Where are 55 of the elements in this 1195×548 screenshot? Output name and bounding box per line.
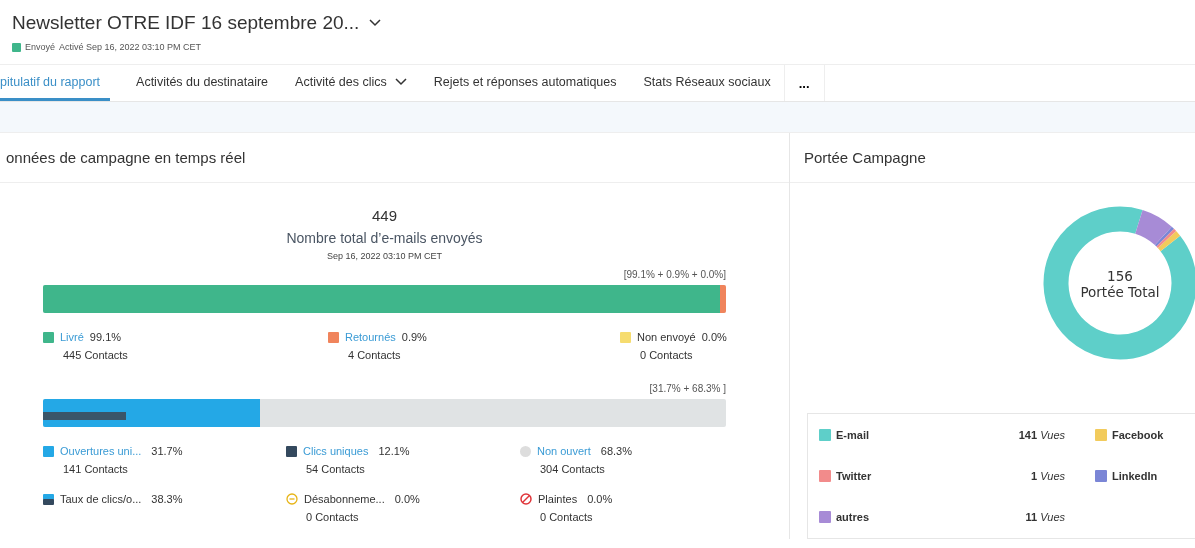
views-count: 1 Vues	[1030, 469, 1065, 482]
legend-label: Non envoyé	[637, 331, 696, 343]
legend-value: 0.0%	[587, 493, 613, 505]
contacts-count: 54 Contacts	[305, 463, 366, 475]
legend-value: 38.3%	[151, 493, 183, 505]
views-count: 141 Vues	[1018, 428, 1065, 441]
total-count: 449	[372, 207, 397, 224]
status-indicator	[12, 42, 21, 52]
legend-label: autres	[836, 510, 870, 523]
legend-link[interactable]: Non ouvert	[537, 445, 591, 457]
tab[interactable]: Activités du destinataire	[136, 65, 296, 101]
legend-value: 0.0%	[394, 493, 420, 505]
legend-value: 31.7%	[151, 445, 183, 457]
legend-label: Désabonneme...	[304, 493, 385, 505]
activation-date: Activé Sep 16, 2022 03:10 PM CET	[59, 42, 202, 52]
contacts-count: 141 Contacts	[62, 463, 129, 475]
contacts-count: 445 Contacts	[62, 349, 129, 361]
contacts-count: 4 Contacts	[347, 349, 402, 361]
legend-link[interactable]: Retournés	[345, 331, 396, 343]
legend-value: 0.9%	[401, 331, 427, 343]
legend-value: 68.3%	[600, 445, 632, 457]
views-count: 11 Vues	[1025, 510, 1065, 523]
legend-value: 99.1%	[89, 331, 122, 343]
percentage-summary: [99.1% + 0.9% + 0.0%]	[623, 269, 726, 280]
reach-total: 156	[1107, 268, 1133, 284]
contacts-count: 0 Contacts	[539, 511, 594, 523]
panel-title: Portée Campagne	[804, 149, 926, 166]
legend-value: 12.1%	[378, 445, 410, 457]
status-label: Envoyé	[25, 42, 56, 52]
send-date: Sep 16, 2022 03:10 PM CET	[326, 251, 443, 261]
legend-label: Taux de clics/o...	[60, 493, 142, 505]
prohibited-icon	[520, 493, 532, 505]
unsubscribe-icon	[286, 493, 298, 505]
legend-link[interactable]: Clics uniques	[303, 445, 369, 457]
legend-link[interactable]: Ouvertures uni...	[60, 445, 142, 457]
legend-label: E-mail	[836, 428, 869, 441]
tab[interactable]: Rejets et réponses automatiques	[433, 65, 644, 101]
more-button[interactable]: ...	[783, 65, 825, 101]
legend-label: LinkedIn	[1112, 469, 1158, 482]
legend-link[interactable]: Livré	[60, 331, 84, 343]
legend-value: 0.0%	[701, 331, 727, 343]
legend-label: Twitter	[836, 469, 872, 482]
tab[interactable]: Activité des clics	[295, 65, 434, 101]
campaign-title: Newsletter OTRE IDF 16 septembre 20...	[12, 12, 360, 34]
legend-label: Facebook	[1112, 428, 1164, 441]
contacts-count: 304 Contacts	[539, 463, 606, 475]
chevron-down-icon[interactable]	[369, 19, 382, 27]
total-label: Nombre total d’e-mails envoyés	[286, 230, 483, 246]
percentage-summary: [31.7% + 68.3% ]	[649, 383, 726, 394]
legend-swatch	[43, 493, 54, 505]
contacts-count: 0 Contacts	[305, 511, 360, 523]
reach-label: Portée Total	[1080, 284, 1160, 300]
panel-title: onnées de campagne en temps réel	[6, 149, 246, 166]
legend-label: Plaintes	[538, 493, 578, 505]
contacts-count: 0 Contacts	[639, 349, 694, 361]
